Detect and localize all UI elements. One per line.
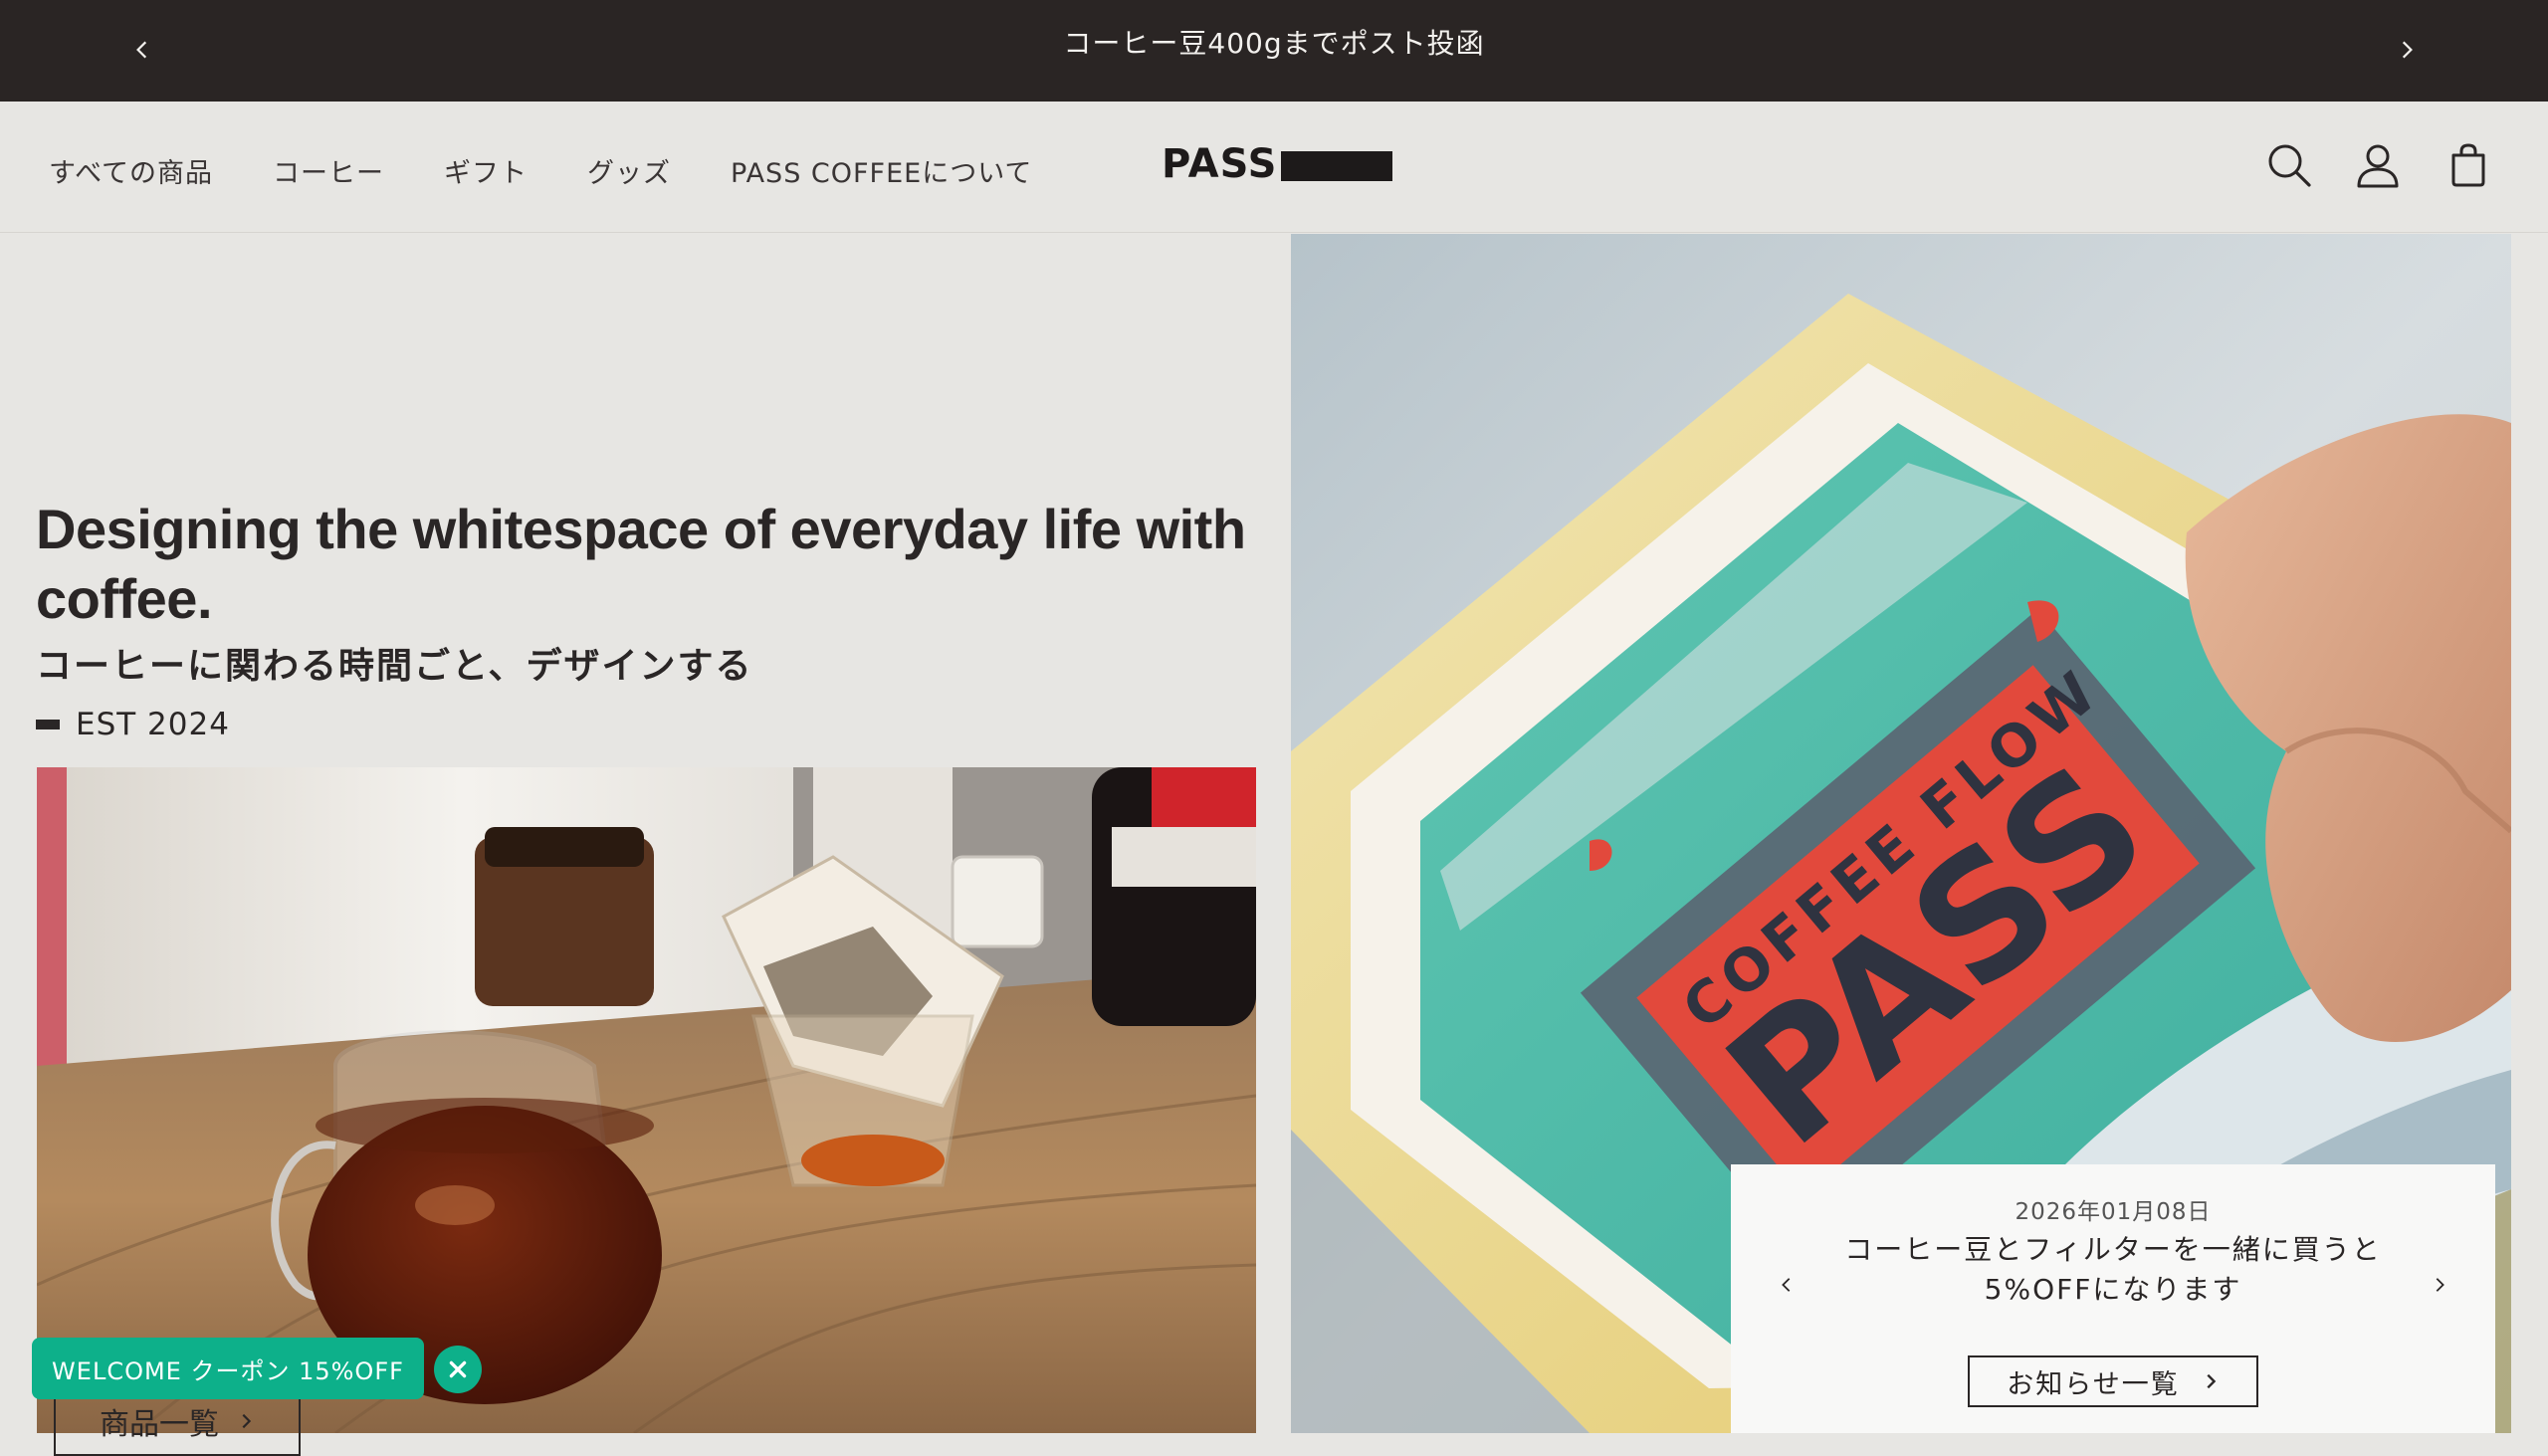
product-list-button-label: 商品一覧 (100, 1407, 219, 1442)
nav-item-coffee[interactable]: コーヒー (273, 151, 384, 190)
est-label: EST 2024 (36, 707, 230, 742)
announcement-message[interactable]: コーヒー豆400gまでポスト投函 (0, 22, 2548, 62)
logo-text: PASS (1162, 141, 1278, 187)
news-text[interactable]: コーヒー豆とフィルターを一緒に買うと5%OFFになります (1830, 1230, 2396, 1310)
news-card: 2026年01月08日 コーヒー豆とフィルターを一緒に買うと5%OFFになります… (1731, 1164, 2495, 1433)
announcement-bar: コーヒー豆400gまでポスト投函 (0, 0, 2548, 102)
cart-icon (2451, 143, 2485, 187)
news-date: 2026年01月08日 (2015, 1199, 2212, 1225)
search-icon (2268, 144, 2311, 187)
search-button[interactable] (2261, 137, 2317, 193)
welcome-coupon-button[interactable]: WELCOME クーポン 15%OFF (32, 1338, 424, 1399)
chevron-left-icon (1782, 1278, 1791, 1292)
account-icon (2357, 144, 2399, 188)
nav-item-goods[interactable]: グッズ (587, 151, 671, 190)
est-text: EST 2024 (76, 707, 230, 742)
chevron-right-icon (2402, 41, 2413, 59)
nav-item-all-products[interactable]: すべての商品 (49, 151, 213, 190)
hero-headline: Designing the whitespace of everyday lif… (36, 498, 1246, 630)
nav-item-about[interactable]: PASS COFFEEについて (731, 151, 1032, 190)
chevron-right-icon (242, 1413, 252, 1429)
est-dash (36, 720, 60, 729)
coupon-close-button[interactable] (434, 1346, 482, 1393)
close-icon (449, 1360, 467, 1378)
nav-item-gift[interactable]: ギフト (444, 151, 528, 190)
coffee-photo-illustration (37, 767, 1256, 1433)
site-logo[interactable]: PASS (1162, 141, 1393, 187)
logo-bar (1281, 151, 1393, 181)
chevron-right-icon (2207, 1373, 2216, 1389)
news-next-button[interactable] (2420, 1260, 2459, 1310)
hero-subhead: コーヒーに関わる時間ごと、デザインする (36, 646, 753, 687)
news-list-button-label: お知らせ一覧 (2007, 1368, 2180, 1400)
cart-button[interactable] (2441, 137, 2496, 193)
announcement-next-button[interactable] (2392, 28, 2422, 72)
hero-coffee-photo (37, 767, 1256, 1433)
chevron-right-icon (2436, 1278, 2444, 1292)
news-prev-button[interactable] (1767, 1260, 1806, 1310)
news-list-button[interactable]: お知らせ一覧 (1968, 1355, 2258, 1407)
welcome-coupon-label: WELCOME クーポン 15%OFF (52, 1356, 404, 1385)
main-nav: すべての商品 コーヒー ギフト グッズ PASS COFFEEについて (49, 151, 1092, 190)
account-button[interactable] (2350, 137, 2406, 193)
site-header: すべての商品 コーヒー ギフト グッズ PASS COFFEEについて PASS (0, 102, 2548, 233)
